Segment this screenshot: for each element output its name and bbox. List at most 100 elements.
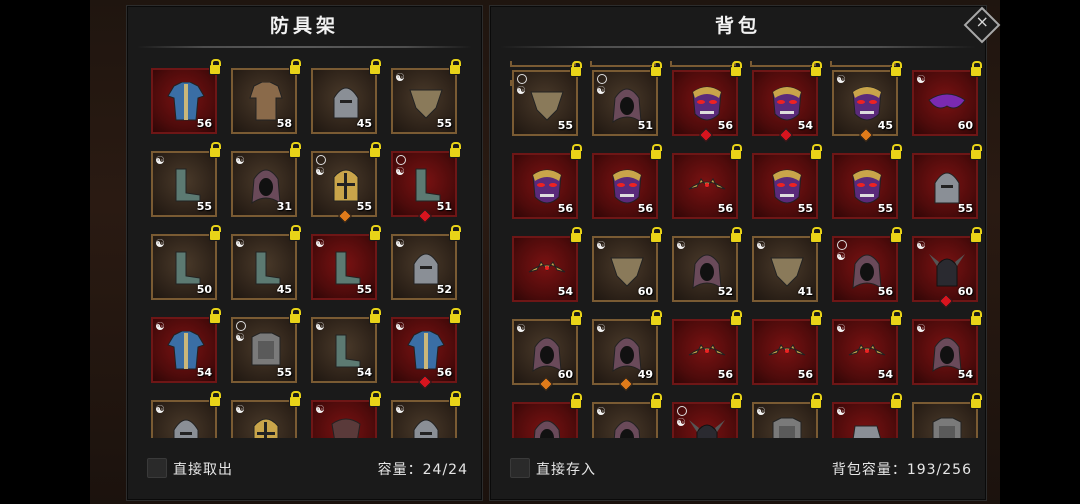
bag-item-slot[interactable]: ☯ 54 <box>832 310 902 385</box>
yinyang-icon: ☯ <box>395 165 405 178</box>
bag-item-slot[interactable]: ☯ 54 <box>912 310 982 385</box>
lock-icon <box>810 310 822 326</box>
armor-rack-grid: 56 58 45 ☯ 55 ☯ 55 ☯ 31 ☯ 55 ☯ 51 ☯ 50 ☯ 45 ☯ 55 ☯ 52 ☯ 54 ☯ 55 ☯… <box>149 59 469 438</box>
rack-item-slot[interactable]: ☯ 45 <box>231 225 301 300</box>
lock-icon <box>209 225 221 241</box>
item-level: 41 <box>797 285 813 298</box>
rack-item-slot[interactable]: ☯ <box>311 391 381 438</box>
bandana-icon <box>610 257 644 287</box>
rack-item-slot[interactable]: 56 <box>151 59 221 134</box>
rack-item-slot[interactable]: ☯ <box>151 391 221 438</box>
item-level: 54 <box>557 285 573 298</box>
red-gem-icon <box>698 127 714 143</box>
boots-icon <box>415 168 441 202</box>
yinyang-icon: ☯ <box>395 403 405 416</box>
item-level: 56 <box>637 202 653 215</box>
rack-item-slot[interactable]: ☯ 51 <box>391 142 461 224</box>
bag-item-slot[interactable]: ☯ 49 <box>592 310 662 392</box>
bag-item-slot[interactable]: ☯ 41 <box>752 227 822 302</box>
bag-item-slot[interactable]: 56 <box>672 61 742 143</box>
rack-item-slot[interactable]: 58 <box>231 59 301 134</box>
lock-icon <box>570 144 582 160</box>
bag-item-slot[interactable]: ☯ <box>592 393 662 438</box>
lock-icon <box>369 142 381 158</box>
bag-item-slot[interactable]: 56 <box>752 310 822 385</box>
backpack-scroll-area[interactable]: ☯ 55 ☯ 51 56 54 ☯ 45 ☯ 60 56 56 56 55 55 55 54 ☯ 60 ☯ 52 ☯ 41 ☯… <box>490 52 986 438</box>
item-level: 55 <box>557 119 573 132</box>
rack-item-slot[interactable]: 45 <box>311 59 381 134</box>
bag-item-slot[interactable]: 54 <box>752 61 822 143</box>
lock-icon <box>730 144 742 160</box>
take-directly-checkbox[interactable] <box>147 458 167 478</box>
lock-icon <box>369 225 381 241</box>
rack-capacity: 容量：24/24 <box>377 462 468 478</box>
item-level: 52 <box>717 285 733 298</box>
bag-item-slot[interactable]: ☯ 52 <box>672 227 742 302</box>
bag-item-slot[interactable]: ☯ 60 <box>912 227 982 309</box>
rack-item-slot[interactable]: ☯ 55 <box>231 308 301 383</box>
bag-item-slot[interactable]: 55 <box>832 144 902 219</box>
boots-icon <box>175 168 201 202</box>
bag-item-slot[interactable]: ☯ 55 <box>512 61 582 136</box>
bag-item-slot[interactable]: 56 <box>512 144 582 219</box>
helmet-icon <box>173 419 199 438</box>
rack-item-slot[interactable]: ☯ 55 <box>311 225 381 300</box>
bag-item-slot[interactable]: 56 <box>672 310 742 385</box>
bag-item-slot[interactable]: 55 <box>912 144 982 219</box>
rack-item-slot[interactable]: ☯ <box>231 391 301 438</box>
yinyang-icon: ☯ <box>235 154 245 167</box>
bag-item-slot[interactable]: ☯ <box>832 393 902 438</box>
oni-mask-icon <box>772 86 802 121</box>
bag-item-slot[interactable] <box>912 393 982 438</box>
yinyang-icon: ☯ <box>596 322 606 335</box>
bag-item-slot[interactable]: ☯ <box>672 393 742 438</box>
rack-item-slot[interactable]: ☯ 52 <box>391 225 461 300</box>
store-directly-checkbox[interactable] <box>510 458 530 478</box>
bag-item-slot[interactable]: 54 <box>512 227 582 302</box>
rack-item-slot[interactable]: ☯ 31 <box>231 142 301 217</box>
boots-icon <box>335 251 361 285</box>
yinyang-icon: ☯ <box>315 320 325 333</box>
backpack-grid: ☯ 55 ☯ 51 56 54 ☯ 45 ☯ 60 56 56 56 55 55 55 54 ☯ 60 ☯ 52 ☯ 41 ☯… <box>510 61 986 438</box>
rack-item-slot[interactable]: ☯ 50 <box>151 225 221 300</box>
yinyang-icon: ☯ <box>596 84 606 97</box>
lock-icon <box>209 142 221 158</box>
rack-item-slot[interactable]: ☯ 55 <box>151 142 221 217</box>
bag-item-slot[interactable]: ☯ 56 <box>832 227 902 302</box>
bag-item-slot[interactable]: ☯ 60 <box>512 310 582 392</box>
yinyang-icon: ☯ <box>155 403 165 416</box>
bag-item-slot[interactable] <box>512 393 582 438</box>
yinyang-icon: ☯ <box>155 237 165 250</box>
bag-item-slot[interactable]: ☯ 60 <box>912 61 982 136</box>
rack-item-slot[interactable]: ☯ 54 <box>151 308 221 383</box>
bag-item-slot[interactable]: 55 <box>752 144 822 219</box>
yinyang-icon: ☯ <box>395 320 405 333</box>
item-level: 60 <box>957 285 973 298</box>
lock-icon <box>810 393 822 409</box>
ring-icon <box>677 406 687 416</box>
yinyang-icon: ☯ <box>235 403 245 416</box>
rack-item-slot[interactable]: ☯ <box>391 391 461 438</box>
rack-item-slot[interactable]: ☯ 54 <box>311 308 381 383</box>
yinyang-icon: ☯ <box>836 405 846 418</box>
rack-item-slot[interactable]: ☯ 56 <box>391 308 461 390</box>
item-level: 56 <box>717 202 733 215</box>
yinyang-icon: ☯ <box>756 239 766 252</box>
yinyang-icon: ☯ <box>676 416 686 429</box>
bag-item-slot[interactable]: ☯ 60 <box>592 227 662 302</box>
rack-item-slot[interactable]: ☯ 55 <box>311 142 381 224</box>
lock-icon <box>369 391 381 407</box>
bag-item-slot[interactable]: ☯ 51 <box>592 61 662 136</box>
title-divider <box>137 46 472 48</box>
lock-icon <box>970 393 982 409</box>
yinyang-icon: ☯ <box>235 237 245 250</box>
armor-rack-scroll-area[interactable]: 56 58 45 ☯ 55 ☯ 55 ☯ 31 ☯ 55 ☯ 51 ☯ 50 ☯ 45 ☯ 55 ☯ 52 ☯ 54 ☯ 55 ☯… <box>127 52 482 438</box>
bag-item-slot[interactable]: 56 <box>592 144 662 219</box>
yinyang-icon: ☯ <box>315 165 325 178</box>
bandana-icon <box>409 89 443 119</box>
bag-item-slot[interactable]: ☯ <box>752 393 822 438</box>
rack-item-slot[interactable]: ☯ 55 <box>391 59 461 134</box>
bag-item-slot[interactable]: ☯ 45 <box>832 61 902 143</box>
bag-item-slot[interactable]: 56 <box>672 144 742 219</box>
item-level: 50 <box>196 283 212 296</box>
